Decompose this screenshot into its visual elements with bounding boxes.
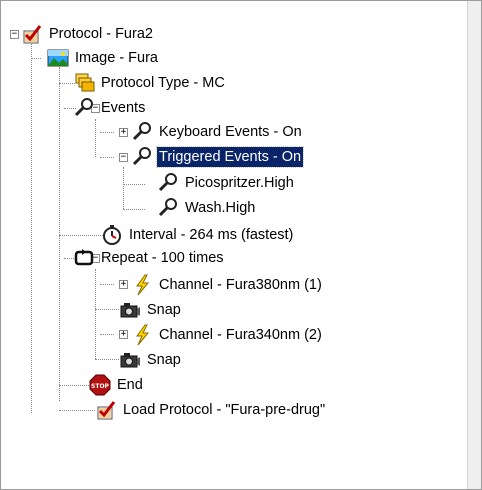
picospritzer-label: Picospritzer.High: [185, 175, 294, 191]
folder-stack-icon: [73, 72, 95, 94]
tree-line: [59, 385, 91, 386]
tree-line: [123, 184, 145, 185]
load-protocol-label: Load Protocol - "Fura-pre-drug": [123, 402, 326, 418]
expand-toggle-channel-380[interactable]: +: [119, 280, 128, 289]
tree-node-picospritzer[interactable]: Picospritzer.High: [157, 171, 296, 195]
tree-node-channel-340[interactable]: Channel - Fura340nm (2): [131, 323, 324, 347]
protocol-tree-view[interactable]: − − − + − − + + Protocol - Fura2 Image -…: [0, 0, 482, 490]
tree-line: [95, 359, 119, 360]
tree-node-interval[interactable]: Interval - 264 ms (fastest): [101, 223, 295, 247]
tree-line: [100, 284, 114, 285]
tree-node-protocol[interactable]: Protocol - Fura2: [21, 22, 155, 46]
interval-label: Interval - 264 ms (fastest): [129, 227, 294, 243]
camera-icon: [119, 349, 141, 371]
tree-line: [59, 67, 60, 401]
repeat-loop-icon: [73, 247, 95, 269]
camera-icon: [119, 299, 141, 321]
expand-toggle-keyboard-events[interactable]: +: [119, 128, 128, 137]
tree-node-snap-2[interactable]: Snap: [119, 348, 183, 372]
wrench-icon: [73, 97, 95, 119]
tree-line: [123, 167, 124, 209]
tree-line: [59, 410, 95, 411]
tree-node-repeat[interactable]: Repeat - 100 times: [73, 246, 226, 270]
wash-label: Wash.High: [185, 200, 256, 216]
tree-node-wash[interactable]: Wash.High: [157, 196, 257, 220]
tree-node-events[interactable]: Events: [73, 96, 147, 120]
stopwatch-icon: [101, 224, 123, 246]
lightning-icon: [131, 324, 153, 346]
wrench-icon: [131, 121, 153, 143]
protocol-check-icon: [21, 23, 43, 45]
lightning-icon: [131, 274, 153, 296]
tree-line: [100, 157, 114, 158]
end-label: End: [117, 377, 143, 393]
keyboard-events-label: Keyboard Events - On: [159, 124, 302, 140]
tree-node-load-protocol[interactable]: Load Protocol - "Fura-pre-drug": [95, 398, 327, 422]
collapse-toggle-triggered-events[interactable]: −: [119, 153, 128, 162]
tree-line: [59, 235, 103, 236]
snap-2-label: Snap: [147, 352, 181, 368]
repeat-label: Repeat - 100 times: [101, 250, 224, 266]
tree-node-end[interactable]: STOP End: [89, 373, 145, 397]
tree-line: [31, 35, 32, 413]
tree-line: [95, 119, 96, 157]
snap-1-label: Snap: [147, 302, 181, 318]
wrench-icon: [157, 197, 179, 219]
tree-node-protocol-type[interactable]: Protocol Type - MC: [73, 71, 227, 95]
tree-line: [123, 209, 145, 210]
wrench-icon: [157, 172, 179, 194]
tree-node-triggered-events[interactable]: Triggered Events - On: [131, 145, 305, 169]
triggered-events-label: Triggered Events - On: [155, 146, 305, 168]
vertical-scrollbar[interactable]: [467, 1, 481, 489]
expand-toggle-channel-340[interactable]: +: [119, 330, 128, 339]
tree-node-keyboard-events[interactable]: Keyboard Events - On: [131, 120, 304, 144]
tree-line: [95, 269, 96, 359]
protocol-type-label: Protocol Type - MC: [101, 75, 225, 91]
protocol-check-icon: [95, 399, 117, 421]
image-label: Image - Fura: [75, 50, 158, 66]
channel-340-label: Channel - Fura340nm (2): [159, 327, 322, 343]
svg-text:STOP: STOP: [91, 383, 110, 390]
tree-node-channel-380[interactable]: Channel - Fura380nm (1): [131, 273, 324, 297]
wrench-icon: [131, 146, 153, 168]
channel-380-label: Channel - Fura380nm (1): [159, 277, 322, 293]
tree-node-image[interactable]: Image - Fura: [47, 46, 160, 70]
tree-line: [31, 58, 41, 59]
tree-line: [95, 309, 119, 310]
collapse-toggle-root[interactable]: −: [10, 30, 19, 39]
image-landscape-icon: [47, 47, 69, 69]
tree-line: [100, 132, 114, 133]
tree-line: [100, 334, 114, 335]
events-label: Events: [101, 100, 146, 116]
stop-sign-icon: STOP: [89, 374, 111, 396]
tree-node-snap-1[interactable]: Snap: [119, 298, 183, 322]
protocol-label: Protocol - Fura2: [49, 26, 153, 42]
